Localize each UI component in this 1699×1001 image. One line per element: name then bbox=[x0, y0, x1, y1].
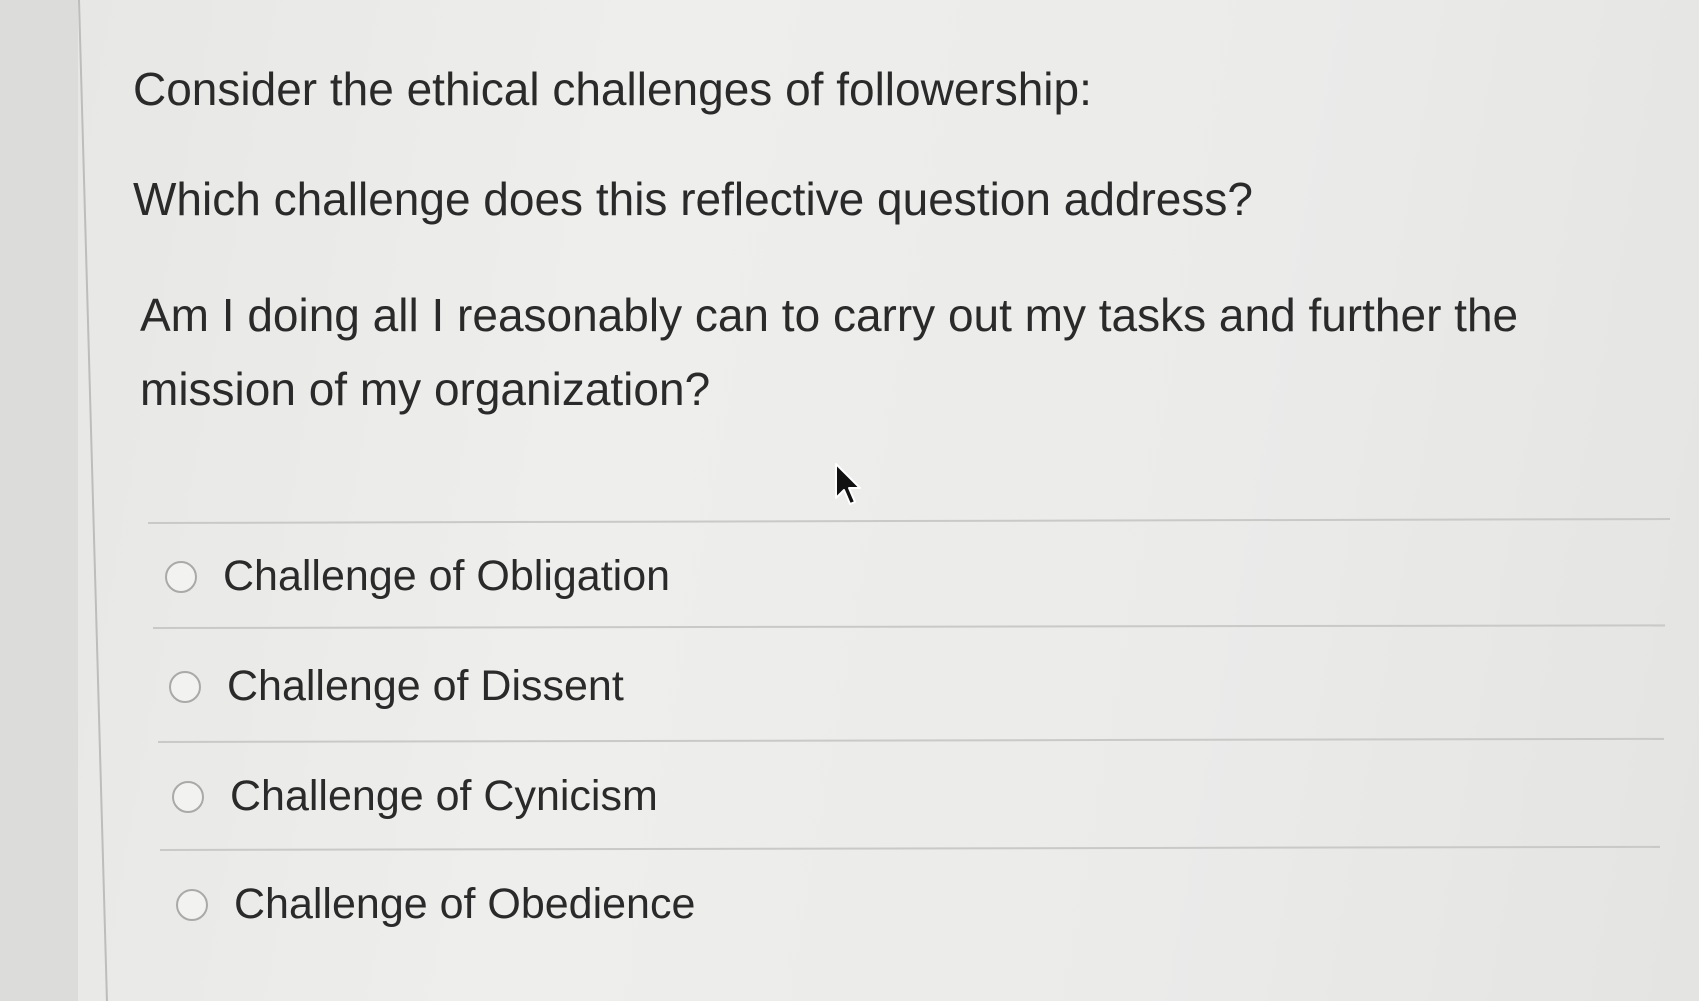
option-cynicism[interactable]: Challenge of Cynicism bbox=[172, 772, 658, 821]
mouse-pointer-icon bbox=[835, 463, 861, 505]
option-obligation[interactable]: Challenge of Obligation bbox=[165, 552, 670, 601]
option-label[interactable]: Challenge of Cynicism bbox=[230, 772, 658, 821]
radio-button-icon[interactable] bbox=[176, 888, 208, 921]
radio-button-icon[interactable] bbox=[172, 780, 204, 813]
divider bbox=[159, 845, 1660, 851]
option-label[interactable]: Challenge of Obligation bbox=[223, 552, 670, 601]
option-label[interactable]: Challenge of Dissent bbox=[227, 662, 624, 711]
option-dissent[interactable]: Challenge of Dissent bbox=[169, 662, 624, 711]
radio-button-icon[interactable] bbox=[165, 560, 197, 593]
radio-button-icon[interactable] bbox=[169, 670, 201, 703]
reflective-question: Am I doing all I reasonably can to carry… bbox=[140, 289, 1519, 415]
option-label[interactable]: Challenge of Obedience bbox=[234, 880, 695, 929]
option-obedience[interactable]: Challenge of Obedience bbox=[176, 880, 695, 929]
divider bbox=[157, 737, 1664, 743]
divider bbox=[147, 518, 1670, 524]
question-intro: Consider the ethical challenges of follo… bbox=[133, 63, 1092, 115]
question-prompt: Which challenge does this reflective que… bbox=[133, 173, 1253, 225]
divider bbox=[152, 624, 1665, 629]
